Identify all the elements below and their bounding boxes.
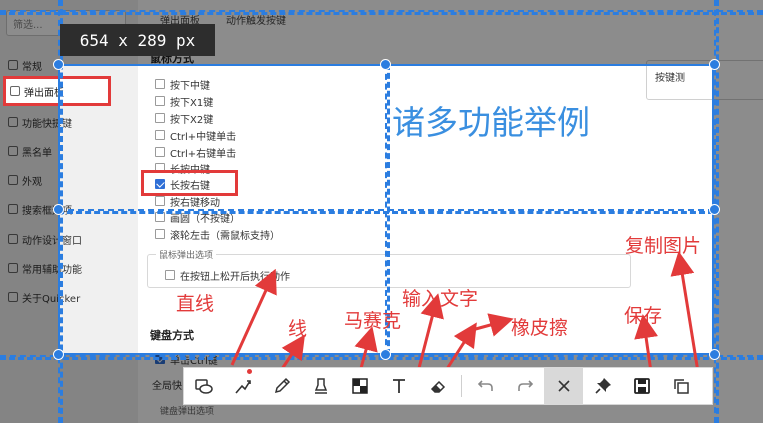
dim-overlay-right [714,64,763,355]
active-color-dot [247,369,252,374]
hero-text: 诸多功能举例 [392,103,590,142]
copy-button[interactable] [661,367,700,405]
resize-handle-bottom-right[interactable] [709,349,720,360]
pin-icon [594,378,611,394]
text-icon [392,379,405,393]
resize-handle-bottom-left[interactable] [53,349,64,360]
annotation-save: 保存 [624,305,663,327]
resize-handle-left[interactable] [53,204,64,215]
arrow-line-icon [234,380,251,394]
highlighter-tool[interactable] [301,367,340,405]
resize-handle-right[interactable] [709,204,720,215]
undo-button[interactable] [466,367,505,405]
annotation-pen: 线 [288,318,308,340]
pen-tool[interactable] [262,367,301,405]
copy-icon [673,379,689,394]
highlighter-icon [314,378,327,394]
redo-icon [517,380,533,391]
mosaic-tool[interactable] [340,367,379,405]
eraser-tool[interactable] [418,367,457,405]
screenshot-toolbar [183,367,713,405]
highlight-long-right [141,170,238,196]
pin-button[interactable] [583,367,622,405]
text-tool[interactable] [379,367,418,405]
dim-overlay-left [0,64,58,355]
selection-size-badge: 654 x 289 px [60,24,215,56]
save-icon [633,378,650,394]
close-button[interactable] [544,367,583,405]
rectangle-ellipse-icon [194,379,213,394]
undo-icon [477,380,493,391]
annotation-copy: 复制图片 [625,235,702,257]
shape-tool[interactable] [184,367,223,405]
save-button[interactable] [622,367,661,405]
annotation-text: 输入文字 [402,288,479,310]
redo-button[interactable] [505,367,544,405]
annotation-mosaic: 马赛克 [344,310,402,332]
resize-handle-bottom[interactable] [380,349,391,360]
panel-icon [10,86,20,96]
guide-top [0,10,763,15]
annotation-line: 直线 [176,293,215,315]
pencil-icon [274,377,290,394]
resize-handle-top-left[interactable] [53,59,64,70]
highlighted-sidebar-label: 弹出面板 [10,82,64,100]
line-tool[interactable] [223,367,262,405]
eraser-icon [430,380,445,393]
resize-handle-top[interactable] [380,59,391,70]
mosaic-icon [351,378,368,394]
toolbar-separator [461,375,462,397]
resize-handle-top-right[interactable] [709,59,720,70]
close-icon [557,380,570,392]
annotation-eraser: 橡皮擦 [511,317,569,339]
